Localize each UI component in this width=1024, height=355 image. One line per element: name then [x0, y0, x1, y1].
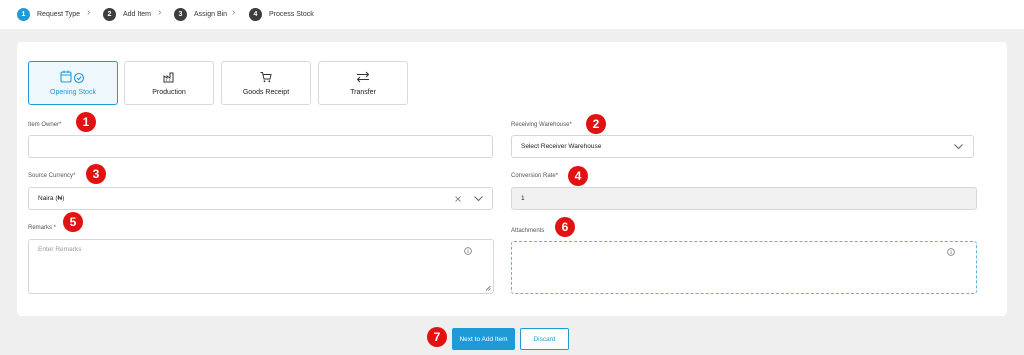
chevron-right-icon: › — [87, 7, 91, 18]
step-assign-bin[interactable]: 3 Assign Bin — [174, 7, 227, 21]
conversion-rate-input: 1 — [511, 187, 977, 210]
source-currency-select[interactable]: Naira (₦) — [28, 187, 493, 210]
annotation-badge: 1 — [76, 112, 96, 132]
step-number: 2 — [103, 7, 116, 21]
attachments-label: Attachments — [511, 228, 545, 234]
source-currency-value: Naira (₦) — [38, 195, 65, 202]
step-label: Request Type — [37, 10, 81, 18]
type-tile-production[interactable]: Production — [124, 61, 214, 105]
clear-icon[interactable] — [455, 196, 461, 202]
step-number: 1 — [17, 7, 30, 21]
step-label: Assign Bin — [194, 10, 228, 18]
next-to-add-item-button[interactable]: Next to Add Item — [452, 328, 515, 350]
annotation-badge: 4 — [568, 166, 588, 186]
discard-button[interactable]: Discard — [520, 328, 569, 350]
resize-handle-icon[interactable] — [485, 285, 491, 291]
step-label: Process Stock — [269, 10, 314, 18]
remarks-placeholder: Enter Remarks — [38, 246, 82, 253]
chevron-right-icon: › — [158, 7, 162, 18]
chevron-right-icon: › — [232, 7, 236, 18]
stepper: 1 Request Type › 2 Add Item › 3 Assign B… — [0, 0, 1024, 29]
annotation-badge: 6 — [555, 217, 575, 237]
annotation-badge: 5 — [63, 212, 83, 232]
annotation-badge: 7 — [427, 327, 447, 347]
remarks-textarea[interactable]: Enter Remarks — [28, 239, 494, 294]
chevron-down-icon — [474, 196, 483, 202]
type-tile-goods-receipt[interactable]: Goods Receipt — [221, 61, 311, 105]
step-label: Add Item — [123, 10, 152, 18]
item-owner-label: Item Owner* — [28, 122, 62, 128]
annotation-badge: 3 — [86, 164, 106, 184]
type-tile-label: Transfer — [350, 89, 376, 96]
step-number: 3 — [174, 7, 187, 21]
transfer-arrows-icon — [356, 71, 370, 83]
receiving-warehouse-select[interactable]: Select Receiver Warehouse — [511, 135, 974, 158]
attachments-dropzone[interactable] — [511, 241, 977, 294]
step-add-item[interactable]: 2 Add Item — [103, 7, 151, 21]
info-icon — [464, 247, 472, 255]
type-tile-label: Production — [152, 89, 186, 96]
step-process-stock[interactable]: 4 Process Stock — [249, 7, 314, 21]
chevron-down-icon — [954, 144, 963, 150]
conversion-rate-label: Conversion Rate* — [511, 173, 559, 179]
type-tile-label: Goods Receipt — [242, 89, 290, 96]
annotation-badge: 2 — [586, 114, 606, 134]
receiving-warehouse-label: Receiving Warehouse* — [511, 122, 572, 128]
type-tile-label: Opening Stock — [50, 89, 96, 96]
item-owner-input[interactable] — [28, 135, 493, 158]
request-form-card: Opening Stock Production Goods Receipt T… — [17, 42, 1007, 316]
cart-icon — [260, 72, 272, 83]
type-tile-opening-stock[interactable]: Opening Stock — [28, 61, 118, 105]
remarks-label: Remarks * — [28, 225, 57, 231]
factory-icon — [163, 72, 174, 83]
receiving-warehouse-value: Select Receiver Warehouse — [521, 143, 602, 150]
source-currency-label: Source Currency* — [28, 173, 76, 179]
type-tile-transfer[interactable]: Transfer — [318, 61, 408, 105]
info-icon — [947, 248, 955, 256]
step-number: 4 — [249, 7, 262, 21]
calendar-check-icon — [60, 70, 85, 84]
step-request-type[interactable]: 1 Request Type — [17, 7, 80, 21]
